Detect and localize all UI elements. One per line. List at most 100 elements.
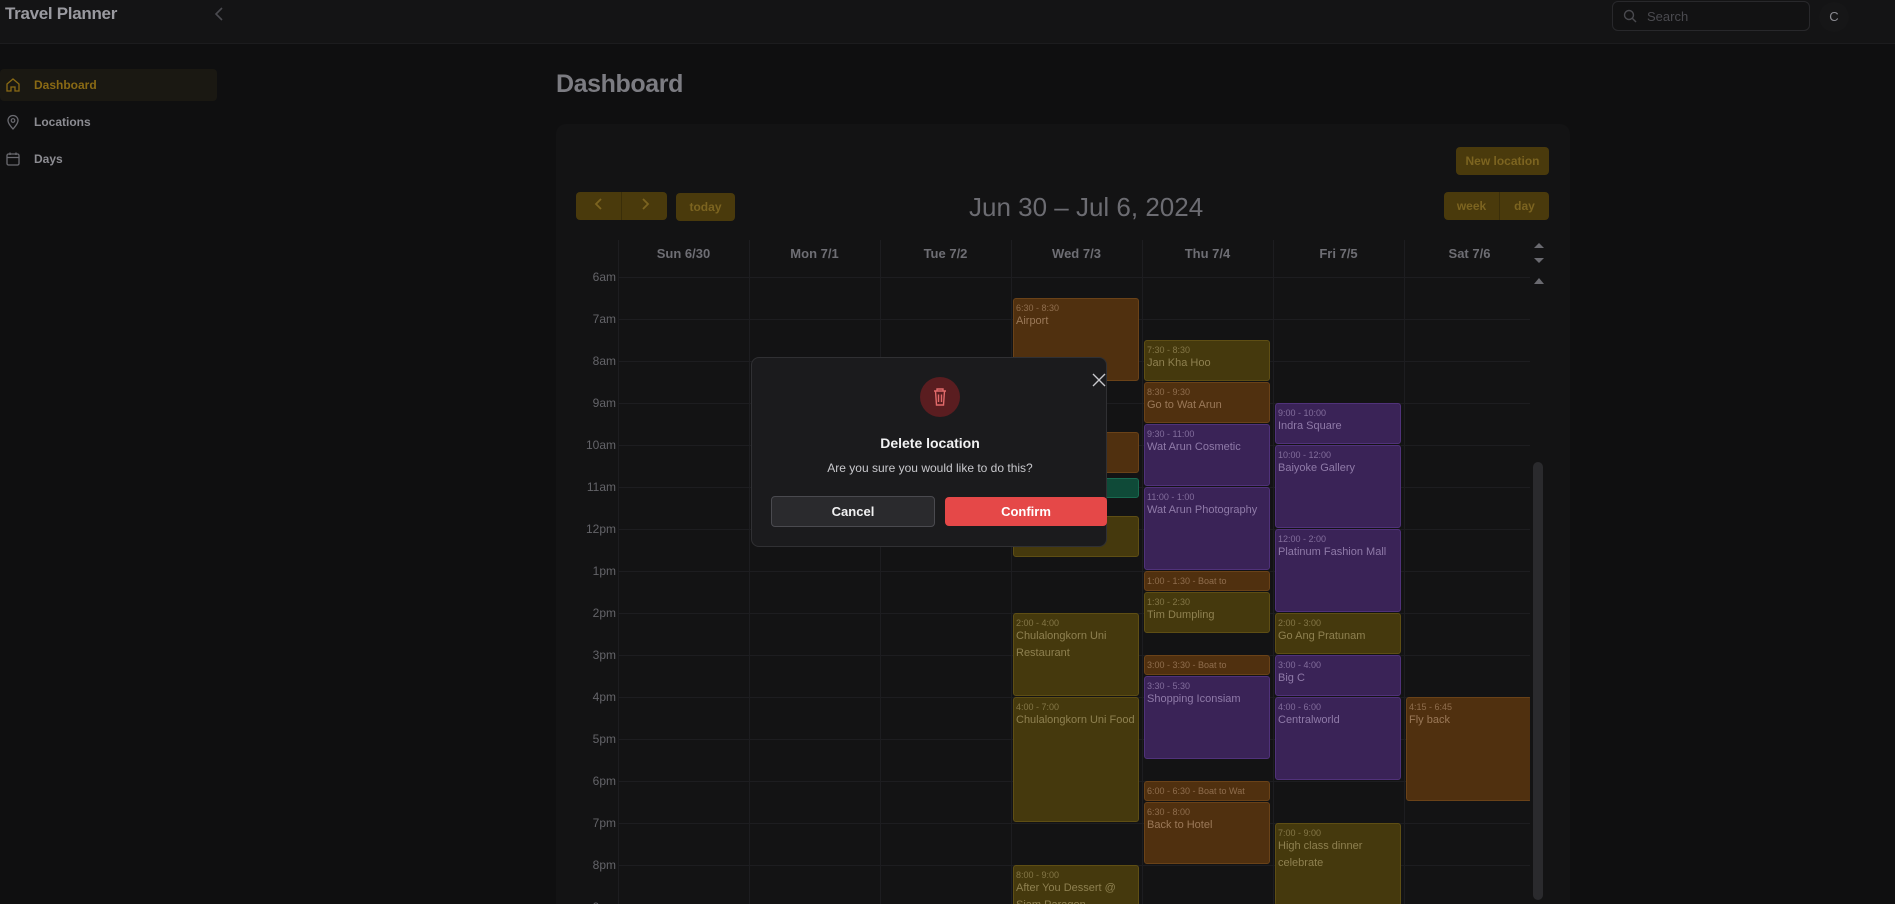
user-avatar[interactable]: C	[1819, 2, 1849, 32]
prev-week-button[interactable]	[576, 192, 621, 220]
time-label: 11am	[586, 480, 616, 494]
time-label: 9pm	[584, 900, 616, 904]
calendar-event[interactable]: 8:30 - 9:30 Go to Wat Arun	[1144, 382, 1270, 423]
time-label: 12pm	[585, 522, 616, 536]
event-title: High class dinner celebrate	[1278, 840, 1363, 869]
calendar-event[interactable]: 6:30 - 8:00 Back to Hotel	[1144, 802, 1270, 864]
calendar-event[interactable]: 1:30 - 2:30 Tim Dumpling	[1144, 592, 1270, 633]
calendar-event[interactable]: 3:30 - 5:30 Shopping Iconsiam	[1144, 676, 1270, 759]
page-title: Dashboard	[556, 70, 683, 98]
event-title: Shopping Iconsiam	[1147, 693, 1241, 705]
time-label: 5pm	[592, 732, 616, 746]
app-title: Travel Planner	[5, 4, 118, 23]
confirm-button[interactable]: Confirm	[945, 497, 1107, 526]
event-title: Jan Kha Hoo	[1147, 357, 1211, 369]
day-column-header: Tue 7/2	[923, 246, 968, 261]
scrollbar-thumb[interactable]	[1533, 462, 1543, 900]
day-column-header: Sun 6/30	[656, 246, 711, 261]
event-title: Baiyoke Gallery	[1278, 462, 1356, 474]
scroll-down-icon[interactable]	[1534, 258, 1544, 263]
grid-column-line	[618, 240, 619, 904]
event-title: Chulalongkorn Uni Food	[1016, 714, 1135, 726]
grid-column-line	[1142, 240, 1143, 904]
calendar-scrollbar[interactable]	[1530, 240, 1546, 904]
scroll-up-icon[interactable]	[1534, 278, 1544, 284]
view-toggle: week day	[1444, 192, 1549, 220]
event-time: 2:00 - 3:00	[1278, 618, 1322, 628]
time-label: 10am	[585, 438, 616, 452]
event-time: 2:00 - 4:00	[1016, 618, 1060, 628]
today-button[interactable]: today	[676, 193, 735, 221]
sidebar-item-dashboard[interactable]: Dashboard	[0, 69, 217, 101]
event-time: 4:15 - 6:45	[1409, 702, 1453, 712]
event-time: 10:00 - 12:00	[1278, 450, 1332, 460]
calendar-event[interactable]: 4:00 - 7:00 Chulalongkorn Uni Food	[1013, 697, 1139, 822]
week-calendar-grid[interactable]: Sun 6/30 Mon 7/1 Tue 7/2 Wed 7/3 Thu 7/4 Fri …	[576, 240, 1530, 904]
calendar-event[interactable]: 9:00 - 10:00 Indra Square	[1275, 403, 1401, 444]
event-title: Wat Arun Cosmetic	[1147, 441, 1241, 453]
delete-location-dialog: Delete location Are you sure you would l…	[751, 357, 1107, 547]
event-title: Airport	[1016, 315, 1049, 327]
scroll-up-icon[interactable]	[1534, 243, 1544, 248]
calendar-event[interactable]: 7:30 - 8:30 Jan Kha Hoo	[1144, 340, 1270, 381]
new-location-button[interactable]: New location	[1456, 147, 1549, 175]
event-title: Go Ang Pratunam	[1278, 630, 1366, 642]
event-title: Tim Dumpling	[1147, 609, 1215, 621]
event-time: 9:00 - 10:00	[1278, 408, 1327, 418]
sidebar-item-label: Dashboard	[34, 78, 97, 92]
grid-column-line	[1273, 240, 1274, 904]
search-icon	[1623, 9, 1637, 23]
grid-column-line	[1011, 240, 1012, 904]
calendar-event[interactable]: 2:00 - 3:00 Go Ang Pratunam	[1275, 613, 1401, 654]
time-label: 2pm	[592, 606, 616, 620]
calendar-event[interactable]: 10:00 - 12:00 Baiyoke Gallery	[1275, 445, 1401, 528]
time-label: 6pm	[592, 774, 616, 788]
calendar-event[interactable]: 1:00 - 1:30 - Boat to	[1144, 571, 1270, 591]
next-week-button[interactable]	[622, 192, 667, 220]
sidebar: Dashboard Locations Days	[0, 44, 220, 904]
event-title: Go to Wat Arun	[1147, 399, 1222, 411]
time-label: 8pm	[592, 858, 616, 872]
calendar-icon	[5, 151, 21, 167]
time-label: 9am	[592, 396, 616, 410]
calendar-event[interactable]: 8:00 - 9:00 After You Dessert @ Siam Para…	[1013, 865, 1139, 904]
dialog-title: Delete location	[880, 435, 980, 451]
sidebar-item-locations[interactable]: Locations	[0, 106, 217, 138]
calendar-event[interactable]: 3:00 - 4:00 Big C	[1275, 655, 1401, 696]
grid-column-line	[880, 240, 881, 904]
close-icon[interactable]	[1092, 373, 1108, 389]
event-title: Wat Arun Photography	[1147, 504, 1258, 516]
grid-column-line	[1404, 240, 1405, 904]
calendar-event[interactable]: 3:00 - 3:30 - Boat to	[1144, 655, 1270, 675]
event-title: Indra Square	[1278, 420, 1342, 432]
chevron-left-icon	[594, 198, 602, 210]
event-time: 6:00 - 6:30 - Boat to Wat	[1147, 786, 1245, 796]
event-time: 11:00 - 1:00	[1147, 492, 1195, 502]
search-input[interactable]: Search	[1612, 1, 1810, 31]
grid-column-line	[749, 240, 750, 904]
event-time: 3:00 - 4:00	[1278, 660, 1322, 670]
event-time: 1:00 - 1:30 - Boat to	[1147, 576, 1227, 586]
calendar-event[interactable]: 2:00 - 4:00 Chulalongkorn Uni Restaurant	[1013, 613, 1139, 696]
time-label: 6am	[592, 270, 616, 284]
dialog-message: Are you sure you would like to do this?	[827, 461, 1033, 475]
hour-line	[618, 277, 1530, 278]
calendar-event[interactable]: 6:00 - 6:30 - Boat to Wat	[1144, 781, 1270, 801]
event-time: 4:00 - 7:00	[1016, 702, 1060, 712]
calendar-event[interactable]: 11:00 - 1:00 Wat Arun Photography	[1144, 487, 1270, 570]
day-column-header: Mon 7/1	[790, 246, 839, 261]
top-bar: Travel Planner Search C	[0, 0, 1895, 44]
event-title: Platinum Fashion Mall	[1278, 546, 1387, 558]
collapse-sidebar-icon[interactable]	[212, 6, 230, 26]
calendar-event[interactable]: 12:00 - 2:00 Platinum Fashion Mall	[1275, 529, 1401, 612]
calendar-event[interactable]: 4:15 - 6:45 Fly back	[1406, 697, 1530, 801]
calendar-event[interactable]: 9:30 - 11:00 Wat Arun Cosmetic	[1144, 424, 1270, 486]
event-title: Chulalongkorn Uni Restaurant	[1016, 630, 1107, 659]
week-view-button[interactable]: week	[1444, 192, 1499, 220]
day-view-button[interactable]: day	[1500, 192, 1549, 220]
cancel-button[interactable]: Cancel	[771, 496, 935, 527]
sidebar-item-days[interactable]: Days	[0, 143, 217, 175]
calendar-event[interactable]: 4:00 - 6:00 Centralworld	[1275, 697, 1401, 780]
event-time: 6:30 - 8:30	[1016, 303, 1060, 313]
calendar-event[interactable]: 7:00 - 9:00 High class dinner celebrate	[1275, 823, 1401, 904]
